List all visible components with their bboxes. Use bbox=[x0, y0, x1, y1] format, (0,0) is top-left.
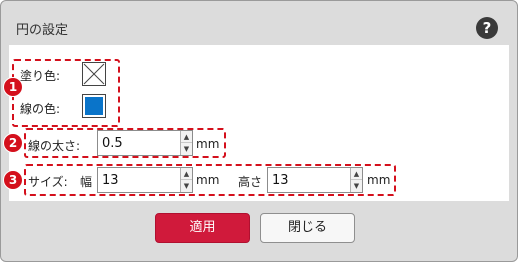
marker-badge-2: 2 bbox=[3, 133, 23, 153]
width-input[interactable] bbox=[98, 168, 180, 192]
apply-button[interactable]: 適用 bbox=[155, 213, 250, 243]
height-input[interactable] bbox=[268, 168, 350, 192]
dialog-title: 円の設定 bbox=[16, 23, 69, 38]
stroke-color-swatch[interactable] bbox=[82, 94, 106, 118]
stroke-width-stepper[interactable]: ▲ ▼ bbox=[97, 130, 193, 156]
up-arrow-icon[interactable]: ▲ bbox=[181, 131, 192, 143]
height-label: 高さ bbox=[238, 175, 263, 189]
stroke-width-input[interactable] bbox=[98, 131, 180, 155]
width-stepper[interactable]: ▲ ▼ bbox=[97, 167, 193, 193]
no-color-icon bbox=[83, 63, 105, 85]
marker-badge-3: 3 bbox=[3, 170, 23, 190]
height-unit: mm bbox=[367, 173, 391, 187]
width-label: 幅 bbox=[80, 175, 93, 189]
up-arrow-icon[interactable]: ▲ bbox=[181, 168, 192, 180]
settings-panel: 1 塗り色: 線の色: 2 線の太さ: ▲ ▼ mm 3 サイズ: 幅 bbox=[3, 45, 509, 201]
stroke-width-spin-buttons: ▲ ▼ bbox=[180, 131, 192, 155]
size-label: サイズ: bbox=[28, 175, 68, 189]
down-arrow-icon[interactable]: ▼ bbox=[181, 180, 192, 192]
help-icon[interactable]: ? bbox=[476, 17, 498, 39]
stroke-color-fill bbox=[85, 97, 103, 115]
height-stepper[interactable]: ▲ ▼ bbox=[267, 167, 363, 193]
down-arrow-icon[interactable]: ▼ bbox=[351, 180, 362, 192]
stroke-width-label: 線の太さ: bbox=[28, 139, 81, 153]
stroke-color-label: 線の色: bbox=[20, 102, 61, 116]
width-spin-buttons: ▲ ▼ bbox=[180, 168, 192, 192]
width-unit: mm bbox=[196, 173, 220, 187]
stroke-width-unit: mm bbox=[196, 137, 220, 151]
circle-settings-dialog: 円の設定 ? 1 塗り色: 線の色: 2 線の太さ: ▲ ▼ mm bbox=[0, 0, 518, 262]
up-arrow-icon[interactable]: ▲ bbox=[351, 168, 362, 180]
close-button[interactable]: 閉じる bbox=[260, 213, 355, 243]
title-bar: 円の設定 ? bbox=[1, 1, 517, 45]
fill-color-swatch[interactable] bbox=[82, 62, 106, 86]
height-spin-buttons: ▲ ▼ bbox=[350, 168, 362, 192]
fill-color-label: 塗り色: bbox=[20, 69, 61, 83]
down-arrow-icon[interactable]: ▼ bbox=[181, 143, 192, 155]
